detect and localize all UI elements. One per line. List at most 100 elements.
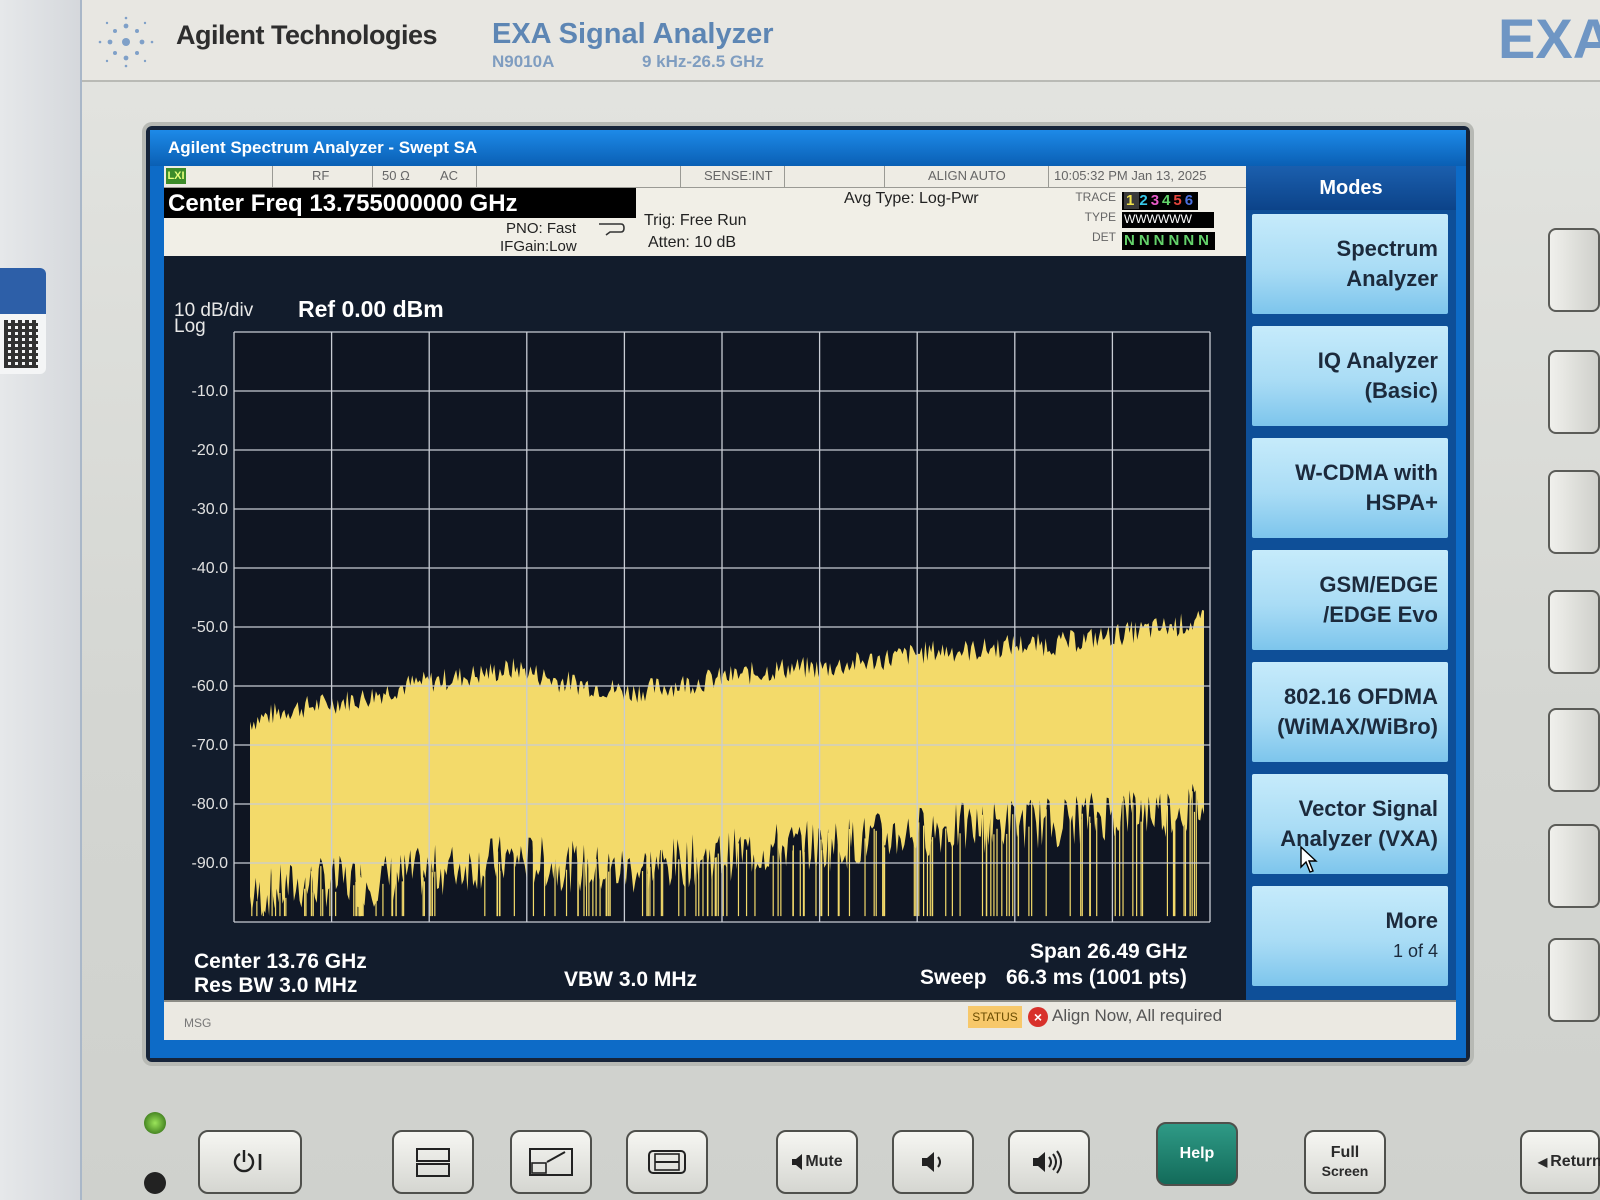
y-tick-label: -90.0	[192, 855, 229, 872]
status-strip: LXI RF 50 Ω AC SENSE:INT ALIGN AUTO 10:0…	[164, 166, 1250, 188]
trigger-setting: Trig: Free Run	[644, 212, 747, 229]
sticker-logo	[0, 268, 46, 314]
full-screen-button[interactable]: Full Screen	[1304, 1130, 1386, 1194]
y-tick-label: -50.0	[192, 619, 229, 636]
standby-led-icon	[144, 1172, 166, 1194]
trace-indicator: TRACE TYPE DET 1 23456 WWWWWW NNNNNN	[1075, 190, 1250, 252]
lxi-badge: LXI	[166, 168, 186, 184]
graticule-area: 10 dB/div Log Ref 0.00 dBm -10.0 -20.0 -30…	[164, 256, 1250, 1040]
return-label: Return	[1550, 1153, 1600, 1170]
help-button[interactable]: Help	[1156, 1122, 1238, 1186]
span-label: Span 26.49 GHz	[1030, 940, 1188, 963]
measurement-info-panel: Center Freq 13.755000000 GHz PNO: Fast I…	[164, 188, 1250, 256]
softkey-spectrum-analyzer[interactable]: Spectrum Analyzer	[1252, 214, 1448, 314]
divider	[272, 166, 273, 188]
center-freq-readout[interactable]: Center Freq 13.755000000 GHz	[164, 188, 636, 218]
hardware-softkey-6[interactable]	[1548, 824, 1600, 908]
trace-label: TRACE	[1075, 190, 1116, 204]
trace-6[interactable]: 6	[1185, 192, 1196, 209]
trace-3[interactable]: 3	[1151, 192, 1162, 209]
softkey-label: More	[1385, 908, 1438, 933]
y-tick-label: -10.0	[192, 383, 229, 400]
y-tick-label: -70.0	[192, 737, 229, 754]
msg-label: MSG	[184, 1016, 212, 1030]
qr-sticker	[0, 268, 46, 374]
trace-numbers[interactable]: 1 23456	[1122, 192, 1199, 210]
y-tick-label: -20.0	[192, 442, 229, 459]
agilent-spark-logo-icon	[98, 16, 154, 68]
sweep-label: Sweep	[920, 966, 987, 989]
softkey-menu-title: Modes	[1246, 166, 1456, 210]
next-window-button[interactable]	[626, 1130, 708, 1194]
hardware-softkey-3[interactable]	[1548, 470, 1600, 554]
mouse-cursor-icon	[1300, 846, 1318, 873]
power-button[interactable]	[198, 1130, 302, 1194]
speaker-icon	[792, 1154, 803, 1170]
pno-setting: PNO: Fast	[506, 220, 577, 237]
y-tick-label: -40.0	[192, 560, 229, 577]
softkey-vector-signal-analyzer[interactable]: Vector Signal Analyzer (VXA)	[1252, 774, 1448, 874]
softkey-label: (Basic)	[1364, 378, 1438, 403]
y-tick-label: -30.0	[192, 501, 229, 518]
volume-up-button[interactable]	[1008, 1130, 1090, 1194]
power-icon	[233, 1150, 262, 1173]
softkey-gsm-edge[interactable]: GSM/EDGE /EDGE Evo	[1252, 550, 1448, 650]
softkey-label: 802.16 OFDMA	[1283, 684, 1438, 709]
divider	[884, 166, 885, 188]
softkey-label: GSM/EDGE	[1319, 572, 1438, 597]
full-screen-label: Screen	[1321, 1163, 1369, 1179]
volume-down-icon	[922, 1152, 941, 1172]
softkey-label: Vector Signal	[1298, 796, 1438, 821]
zoom-button[interactable]	[510, 1130, 592, 1194]
hardware-softkey-5[interactable]	[1548, 708, 1600, 792]
softkey-label: Spectrum	[1336, 236, 1438, 261]
attenuation-setting: Atten: 10 dB	[648, 234, 737, 251]
res-bw-label: Res BW 3.0 MHz	[194, 974, 358, 997]
hardware-softkey-1[interactable]	[1548, 228, 1600, 312]
softkey-label: W-CDMA with	[1295, 460, 1438, 485]
avg-type-setting: Avg Type: Log-Pwr	[844, 190, 979, 207]
status-tag[interactable]: STATUS	[968, 1006, 1022, 1028]
volume-up-icon	[1033, 1150, 1062, 1174]
hardware-softkey-4[interactable]	[1548, 590, 1600, 674]
window-titlebar: Agilent Spectrum Analyzer - Swept SA	[150, 130, 1466, 166]
trace-type: WWWWWW	[1122, 212, 1214, 228]
analyzer-screen: Agilent Spectrum Analyzer - Swept SA LXI…	[150, 130, 1466, 1058]
hardware-softkey-2[interactable]	[1548, 350, 1600, 434]
pno-icon	[599, 223, 625, 236]
softkey-wcdma[interactable]: W-CDMA with HSPA+	[1252, 438, 1448, 538]
mute-button[interactable]: Mute	[776, 1130, 858, 1194]
center-freq-label: Center 13.76 GHz	[194, 950, 367, 973]
volume-down-button[interactable]	[892, 1130, 974, 1194]
type-label: TYPE	[1084, 210, 1116, 224]
tile-view-button[interactable]	[392, 1130, 474, 1194]
datetime: 10:05:32 PM Jan 13, 2025	[1054, 168, 1207, 183]
next-window-icon	[648, 1150, 686, 1174]
softkey-page-indicator: 1 of 4	[1392, 941, 1438, 961]
y-tick-label: -80.0	[192, 796, 229, 813]
return-button[interactable]: ◀ Return	[1520, 1130, 1600, 1194]
divider	[476, 166, 477, 188]
qr-code-icon	[4, 320, 38, 368]
left-rail	[0, 0, 82, 1200]
sense-indicator: SENSE:INT	[704, 168, 773, 183]
softkey-panel: Modes Spectrum Analyzer IQ Analyzer (Bas…	[1246, 166, 1456, 1000]
softkey-more[interactable]: More 1 of 4	[1252, 886, 1448, 986]
trace-1[interactable]: 1	[1124, 192, 1140, 209]
trace-2[interactable]: 2	[1139, 192, 1150, 209]
split-view-icon	[416, 1148, 450, 1177]
trace-5[interactable]: 5	[1173, 192, 1184, 209]
trace-4[interactable]: 4	[1162, 192, 1173, 209]
softkey-iq-analyzer[interactable]: IQ Analyzer (Basic)	[1252, 326, 1448, 426]
spectrum-plot: -10.0 -20.0 -30.0 -40.0 -50.0 -60.0 -70.0 -80.0…	[192, 331, 1211, 923]
softkey-label: /EDGE Evo	[1323, 602, 1438, 627]
product-model: N9010A	[492, 52, 555, 71]
status-message: Align Now, All required	[1052, 1006, 1223, 1025]
divider	[1048, 166, 1049, 188]
softkey-label: (WiMAX/WiBro)	[1277, 714, 1438, 739]
zoom-window-icon	[529, 1148, 573, 1176]
softkey-ofdma[interactable]: 802.16 OFDMA (WiMAX/WiBro)	[1252, 662, 1448, 762]
product-freq-range: 9 kHz-26.5 GHz	[642, 52, 764, 71]
hardware-softkey-7[interactable]	[1548, 938, 1600, 1022]
error-icon: ×	[1028, 1007, 1048, 1027]
